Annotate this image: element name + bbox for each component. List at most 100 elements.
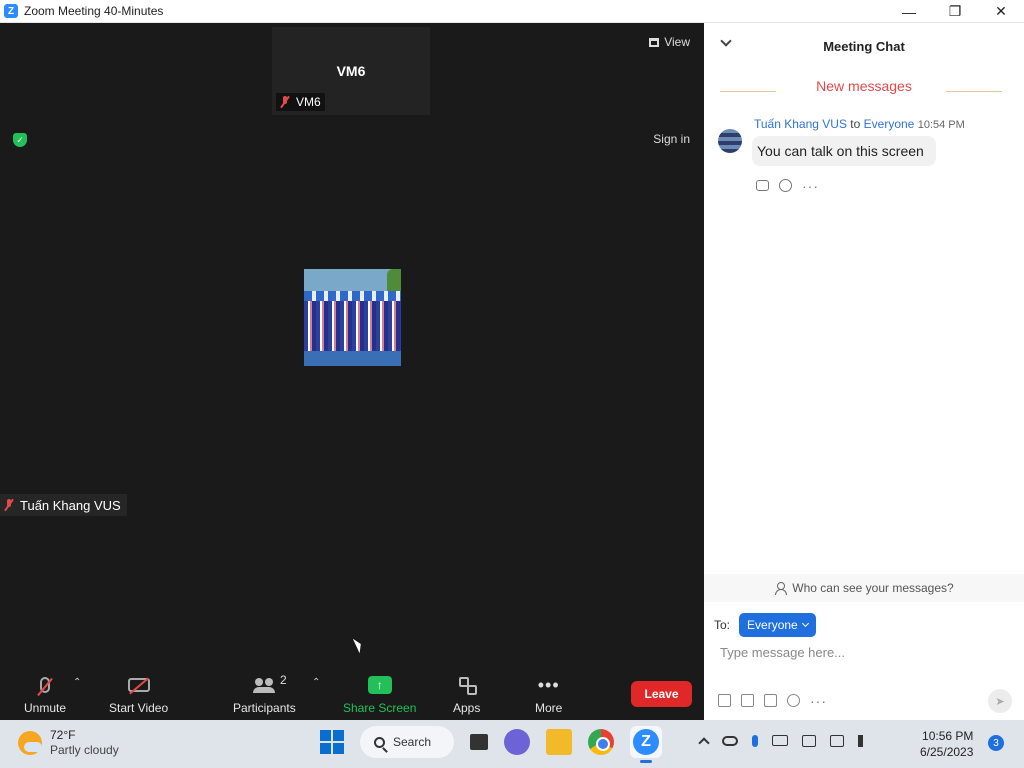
mic-off-icon xyxy=(40,677,51,693)
participant-display-name: VM6 xyxy=(336,63,366,79)
message-bubble: You can talk on this screen xyxy=(752,136,936,166)
apps-label: Apps xyxy=(453,701,481,715)
view-button[interactable]: View xyxy=(649,35,690,49)
apps-icon xyxy=(458,676,477,695)
participants-count: 2 xyxy=(280,673,287,687)
message-time: 10:54 PM xyxy=(917,119,965,131)
recipient-selector[interactable]: Everyone xyxy=(739,613,816,637)
keyboard-icon[interactable] xyxy=(772,735,788,746)
display-icon[interactable] xyxy=(802,734,816,747)
unmute-label: Unmute xyxy=(24,701,67,715)
to-label: To: xyxy=(714,618,731,632)
network-icon[interactable] xyxy=(830,734,844,747)
chat-header: Meeting Chat xyxy=(704,23,1024,69)
search-label: Search xyxy=(393,735,432,749)
share-screen-button[interactable]: ↑ Share Screen xyxy=(343,673,416,715)
sign-in-link[interactable]: Sign in xyxy=(653,132,690,146)
view-label: View xyxy=(664,35,690,49)
start-tile xyxy=(320,743,331,754)
close-button[interactable]: ✕ xyxy=(978,0,1024,23)
taskbar-apps: Search Z xyxy=(320,726,662,763)
video-area: VM6 VM6 View ✓ Sign in Tuấn Khang VUS xyxy=(0,23,704,665)
start-video-button[interactable]: Start Video xyxy=(109,673,168,715)
meeting-toolbar: Unmute ⌃ Start Video Participants 2 ⌃ ↑ … xyxy=(0,665,704,720)
emoji-reaction-icon[interactable] xyxy=(779,179,792,192)
participant-tile-vm6[interactable]: VM6 VM6 xyxy=(272,27,430,115)
participant-name: VM6 xyxy=(296,95,321,109)
photo-floor xyxy=(304,351,401,366)
recipient-row: To: Everyone xyxy=(714,613,816,637)
minimize-button[interactable]: — xyxy=(886,0,932,23)
send-button[interactable]: ➤ xyxy=(988,689,1012,713)
mouse-cursor-icon xyxy=(352,636,365,654)
emoji-icon[interactable] xyxy=(787,694,800,707)
share-screen-icon: ↑ xyxy=(367,676,392,694)
taskbar-clock[interactable]: 10:56 PM 6/25/2023 xyxy=(920,728,973,760)
weather-description: Partly cloudy xyxy=(50,743,119,757)
screenshot-icon[interactable] xyxy=(741,694,754,707)
meeting-chat-panel: Meeting Chat New messages Tuấn Khang VUS… xyxy=(704,23,1024,720)
start-tile xyxy=(333,730,344,741)
chat-title: Meeting Chat xyxy=(823,38,905,54)
grid-view-icon xyxy=(649,37,660,47)
photo-crowd xyxy=(304,301,401,351)
message-meta: Tuấn Khang VUS to Everyone 10:54 PM xyxy=(754,117,1024,131)
participants-options-caret[interactable]: ⌃ xyxy=(312,677,320,688)
partly-cloudy-icon xyxy=(18,731,42,755)
security-shield-icon[interactable]: ✓ xyxy=(13,133,27,147)
zoom-icon: Z xyxy=(633,729,659,755)
participants-label: Participants xyxy=(233,701,296,715)
more-options-icon[interactable]: ··· xyxy=(802,179,819,193)
clock-time: 10:56 PM xyxy=(922,729,974,743)
message-actions: ··· xyxy=(756,179,819,193)
participants-icon xyxy=(253,678,276,693)
reply-icon[interactable] xyxy=(756,180,769,191)
maximize-button[interactable]: ❐ xyxy=(932,0,978,23)
message-sender[interactable]: Tuấn Khang VUS xyxy=(754,117,847,131)
recipient-selector-label: Everyone xyxy=(747,618,798,632)
avatar[interactable] xyxy=(718,129,742,153)
weather-widget[interactable]: 72°F Partly cloudy xyxy=(18,728,119,758)
format-icon[interactable] xyxy=(718,694,731,707)
new-messages-divider: New messages xyxy=(704,69,1024,103)
collapse-chevron-icon[interactable] xyxy=(720,35,732,47)
taskbar-search[interactable]: Search xyxy=(360,726,454,758)
person-icon xyxy=(774,582,788,595)
leave-button[interactable]: Leave xyxy=(631,681,692,707)
file-icon[interactable] xyxy=(764,694,777,707)
participant-name-label: VM6 xyxy=(276,93,325,111)
more-button[interactable]: ••• More xyxy=(535,673,562,715)
photo-banner xyxy=(304,291,401,301)
file-explorer-icon[interactable] xyxy=(546,729,572,755)
window-title: Zoom Meeting 40-Minutes xyxy=(24,4,164,18)
search-icon xyxy=(374,736,385,748)
zoom-taskbar-item[interactable]: Z xyxy=(630,726,662,763)
microphone-icon[interactable] xyxy=(752,734,758,747)
teams-chat-icon[interactable] xyxy=(504,729,530,755)
weather-temperature: 72°F xyxy=(50,728,76,742)
message-input[interactable] xyxy=(720,641,1010,663)
audio-options-caret[interactable]: ⌃ xyxy=(73,677,81,688)
who-can-see-label: Who can see your messages? xyxy=(792,581,954,595)
more-tools-icon[interactable]: ··· xyxy=(810,694,827,708)
who-can-see-banner[interactable]: Who can see your messages? xyxy=(704,574,1024,602)
chrome-icon[interactable] xyxy=(588,729,614,755)
start-tile xyxy=(333,743,344,754)
apps-button[interactable]: Apps xyxy=(453,673,480,715)
profile-photo xyxy=(304,269,401,366)
system-tray xyxy=(698,734,872,749)
video-off-icon xyxy=(127,678,150,692)
self-name-label: Tuấn Khang VUS xyxy=(0,494,127,516)
notification-badge[interactable]: 3 xyxy=(988,735,1004,751)
message-recipient[interactable]: Everyone xyxy=(864,117,915,131)
window-controls: — ❐ ✕ xyxy=(886,0,1024,23)
onedrive-icon[interactable] xyxy=(722,735,738,746)
task-view-icon[interactable] xyxy=(470,734,488,750)
input-tools: ··· xyxy=(718,694,827,708)
windows-start-icon[interactable] xyxy=(320,730,344,754)
show-hidden-icons-chevron-icon[interactable] xyxy=(698,737,710,749)
mic-muted-icon xyxy=(4,499,14,511)
windows-taskbar: 72°F Partly cloudy Search Z 10:56 PM 6/2… xyxy=(0,720,1024,768)
volume-icon[interactable] xyxy=(858,734,872,747)
unmute-button[interactable]: Unmute xyxy=(24,673,66,715)
